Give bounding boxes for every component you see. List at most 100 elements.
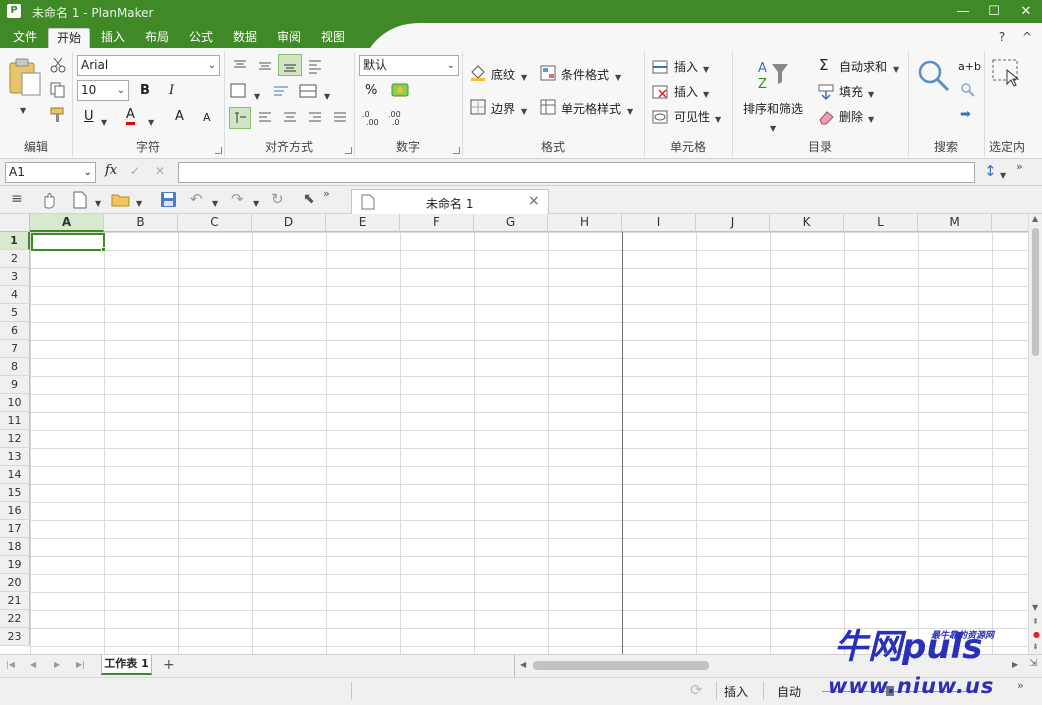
row-header[interactable]: 16	[0, 502, 30, 520]
italic-button[interactable]: I	[169, 83, 174, 98]
row-header[interactable]: 10	[0, 394, 30, 412]
tab-file[interactable]: 文件	[6, 28, 44, 48]
goto-arrow-icon[interactable]: ➡	[960, 107, 971, 122]
vertical-scroll-thumb[interactable]	[1032, 228, 1039, 356]
insert-sheet-button[interactable]: 插入	[674, 83, 698, 100]
autosum-button[interactable]: 自动求和	[839, 58, 887, 75]
row-header[interactable]: 11	[0, 412, 30, 430]
grow-font-button[interactable]: A	[175, 109, 184, 124]
row-header[interactable]: 4	[0, 286, 30, 304]
row-header[interactable]: 8	[0, 358, 30, 376]
cancel-icon[interactable]: ✕	[155, 164, 165, 178]
column-header-overflow[interactable]	[992, 214, 1028, 232]
row-header[interactable]: 15	[0, 484, 30, 502]
vertical-scrollbar[interactable]: ▲ ▼ ⇞ ● ⇟	[1028, 214, 1042, 654]
formula-input[interactable]	[178, 162, 975, 183]
close-icon[interactable]: ✕	[1015, 2, 1037, 21]
font-size-combo[interactable]: 10 ⌄	[77, 80, 129, 101]
open-folder-icon[interactable]	[111, 192, 131, 208]
collapse-ribbon-icon[interactable]: ^	[1018, 28, 1036, 48]
shading-dropdown-icon[interactable]: ▼	[521, 69, 527, 83]
format-painter-icon[interactable]	[50, 107, 66, 123]
confirm-icon[interactable]: ✓	[130, 164, 140, 178]
column-header[interactable]: F	[400, 214, 474, 232]
more-icon[interactable]: »	[1016, 160, 1023, 173]
scroll-up-icon[interactable]: ▲	[1032, 214, 1038, 223]
row-header[interactable]: 22	[0, 610, 30, 628]
currency-icon[interactable]	[390, 81, 410, 99]
sort-filter-dropdown-icon[interactable]: ▼	[770, 120, 776, 134]
cell-style-button[interactable]: 单元格样式	[561, 100, 621, 117]
merge-dropdown-icon[interactable]: ▼	[324, 88, 330, 102]
open-dropdown-icon[interactable]: ▼	[136, 195, 142, 209]
replace-button[interactable]: a+b	[958, 60, 981, 73]
new-dropdown-icon[interactable]: ▼	[95, 195, 101, 209]
row-header[interactable]: 6	[0, 322, 30, 340]
decimal-places-icons[interactable]: .0.00 .00.0	[362, 108, 412, 126]
expand-formula-icon[interactable]: ↕	[984, 162, 997, 180]
copy-icon[interactable]	[50, 82, 66, 98]
paste-dropdown-icon[interactable]: ▼	[20, 102, 26, 116]
new-document-icon[interactable]	[72, 191, 88, 209]
tab-formulas[interactable]: 公式	[182, 28, 220, 48]
row-header[interactable]: 13	[0, 448, 30, 466]
underline-dropdown-icon[interactable]: ▼	[101, 114, 107, 128]
font-color-dropdown-icon[interactable]: ▼	[148, 114, 154, 128]
calculation-mode-indicator[interactable]: 自动	[777, 683, 801, 700]
row-header[interactable]: 5	[0, 304, 30, 322]
function-button[interactable]: fx	[105, 163, 117, 178]
resize-grip-icon[interactable]: ⇲	[1029, 658, 1037, 669]
previous-sheet-icon[interactable]: ◀	[30, 660, 36, 669]
first-sheet-icon[interactable]: |◀	[6, 660, 15, 669]
maximize-icon[interactable]: ☐	[983, 2, 1005, 21]
spreadsheet-grid[interactable]: ABCDEFGHIJKLM 1 2 3 4 5 6 7 8 9 10 11 12 13 14 15 16 17 1…	[0, 214, 1028, 654]
tab-home[interactable]: 开始	[48, 28, 90, 48]
column-header[interactable]: D	[252, 214, 326, 232]
underline-button[interactable]: U	[84, 109, 94, 124]
sort-filter-icon[interactable]: A Z	[756, 58, 790, 92]
column-header[interactable]: G	[474, 214, 548, 232]
redo-dropdown-icon[interactable]: ▼	[253, 195, 259, 209]
tab-layout[interactable]: 布局	[138, 28, 176, 48]
column-header[interactable]: H	[548, 214, 622, 232]
border-button[interactable]: 边界	[491, 100, 515, 117]
column-header[interactable]: B	[104, 214, 178, 232]
scroll-left-icon[interactable]: ◀	[520, 660, 526, 669]
expand-formula-dropdown-icon[interactable]: ▼	[1000, 167, 1006, 181]
shading-button[interactable]: 底纹	[491, 66, 515, 83]
repeat-icon[interactable]: ↻	[271, 190, 284, 208]
visibility-button[interactable]: 可见性	[674, 108, 710, 125]
conditional-format-dropdown-icon[interactable]: ▼	[615, 69, 621, 83]
document-tab[interactable]: 未命名 1 ×	[351, 189, 549, 214]
select-all-corner[interactable]	[0, 214, 30, 232]
tab-insert[interactable]: 插入	[94, 28, 132, 48]
scroll-right-icon[interactable]: ▶	[1012, 660, 1018, 669]
scroll-down-icon[interactable]: ▼	[1032, 603, 1038, 612]
search-icon[interactable]	[916, 58, 952, 94]
insert-cells-dropdown-icon[interactable]: ▼	[703, 61, 709, 75]
column-header[interactable]: K	[770, 214, 844, 232]
fill-button[interactable]: 填充	[839, 83, 863, 100]
column-header[interactable]: L	[844, 214, 918, 232]
tab-review[interactable]: 审阅	[270, 28, 308, 48]
undo-dropdown-icon[interactable]: ▼	[212, 195, 218, 209]
next-page-icon[interactable]: ⇟	[1032, 642, 1039, 651]
visibility-dropdown-icon[interactable]: ▼	[715, 111, 721, 125]
row-header[interactable]: 7	[0, 340, 30, 358]
close-tab-icon[interactable]: ×	[528, 193, 540, 209]
row-header[interactable]: 17	[0, 520, 30, 538]
autosum-dropdown-icon[interactable]: ▼	[893, 61, 899, 75]
paste-icon[interactable]	[8, 57, 44, 97]
insert-mode-indicator[interactable]: 插入	[724, 683, 748, 700]
cell-style-dropdown-icon[interactable]: ▼	[627, 103, 633, 117]
fill-handle[interactable]	[101, 247, 106, 252]
row-header[interactable]: 2	[0, 250, 30, 268]
column-header[interactable]: C	[178, 214, 252, 232]
row-header[interactable]: 3	[0, 268, 30, 286]
tab-data[interactable]: 数据	[226, 28, 264, 48]
next-sheet-icon[interactable]: ▶	[54, 660, 60, 669]
column-header[interactable]: I	[622, 214, 696, 232]
horizontal-scroll-thumb[interactable]	[533, 661, 709, 670]
character-dialog-launcher[interactable]	[215, 147, 222, 154]
undo-icon[interactable]: ↶	[190, 190, 203, 208]
